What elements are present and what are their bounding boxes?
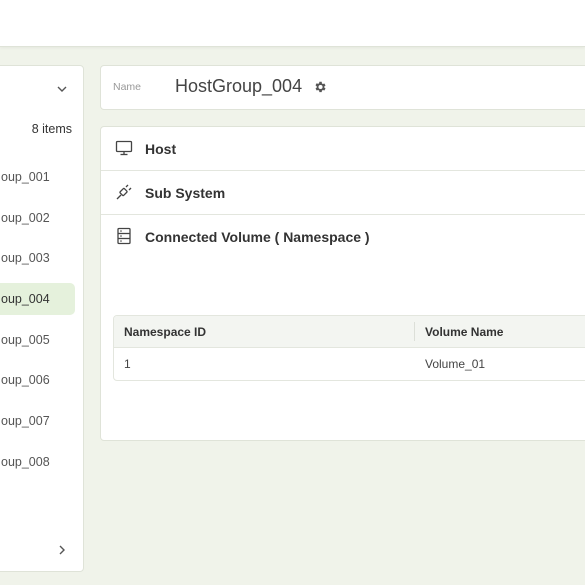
cell-volume-name: Volume_01 [425, 357, 486, 371]
host-group-item[interactable]: oup_005 [0, 324, 75, 356]
details-card: Host Sub System Connected Volume ( Names… [100, 126, 585, 441]
gear-icon[interactable] [313, 80, 327, 94]
host-group-item[interactable]: oup_008 [0, 446, 75, 478]
cell-namespace-id: 1 [124, 357, 131, 371]
section-connected-volume[interactable]: Connected Volume ( Namespace ) [101, 215, 585, 258]
name-card: Name HostGroup_004 [100, 65, 585, 110]
section-host[interactable]: Host [101, 127, 585, 171]
host-group-item[interactable]: oup_002 [0, 202, 75, 234]
host-group-item[interactable]: oup_007 [0, 405, 75, 437]
chevron-right-icon[interactable] [55, 543, 69, 557]
table-header: Namespace ID Volume Name [114, 316, 585, 348]
items-count: 8 items [31, 122, 72, 136]
host-group-item[interactable]: oup_003 [0, 242, 75, 274]
chevron-down-icon[interactable] [55, 82, 69, 96]
monitor-icon [115, 140, 133, 156]
section-sub-system-label: Sub System [145, 185, 226, 201]
section-sub-system[interactable]: Sub System [101, 171, 585, 215]
top-bar [0, 0, 585, 47]
plug-icon [116, 184, 132, 200]
server-icon [117, 227, 131, 245]
column-divider[interactable] [414, 322, 415, 341]
host-group-item[interactable]: oup_006 [0, 364, 75, 396]
section-connected-volume-label: Connected Volume ( Namespace ) [145, 229, 370, 245]
host-group-item-selected[interactable]: oup_004 [0, 283, 75, 315]
name-label: Name [113, 81, 142, 93]
host-group-list-panel: 8 items oup_001 oup_002 oup_003 oup_004 … [0, 65, 84, 572]
section-host-label: Host [145, 141, 177, 157]
namespace-table: Namespace ID Volume Name 1 Volume_01 [113, 315, 585, 381]
column-header-volume-name[interactable]: Volume Name [425, 325, 503, 339]
host-group-name: HostGroup_004 [175, 76, 303, 96]
column-header-namespace-id[interactable]: Namespace ID [124, 325, 206, 339]
host-group-item[interactable]: oup_001 [0, 161, 75, 193]
